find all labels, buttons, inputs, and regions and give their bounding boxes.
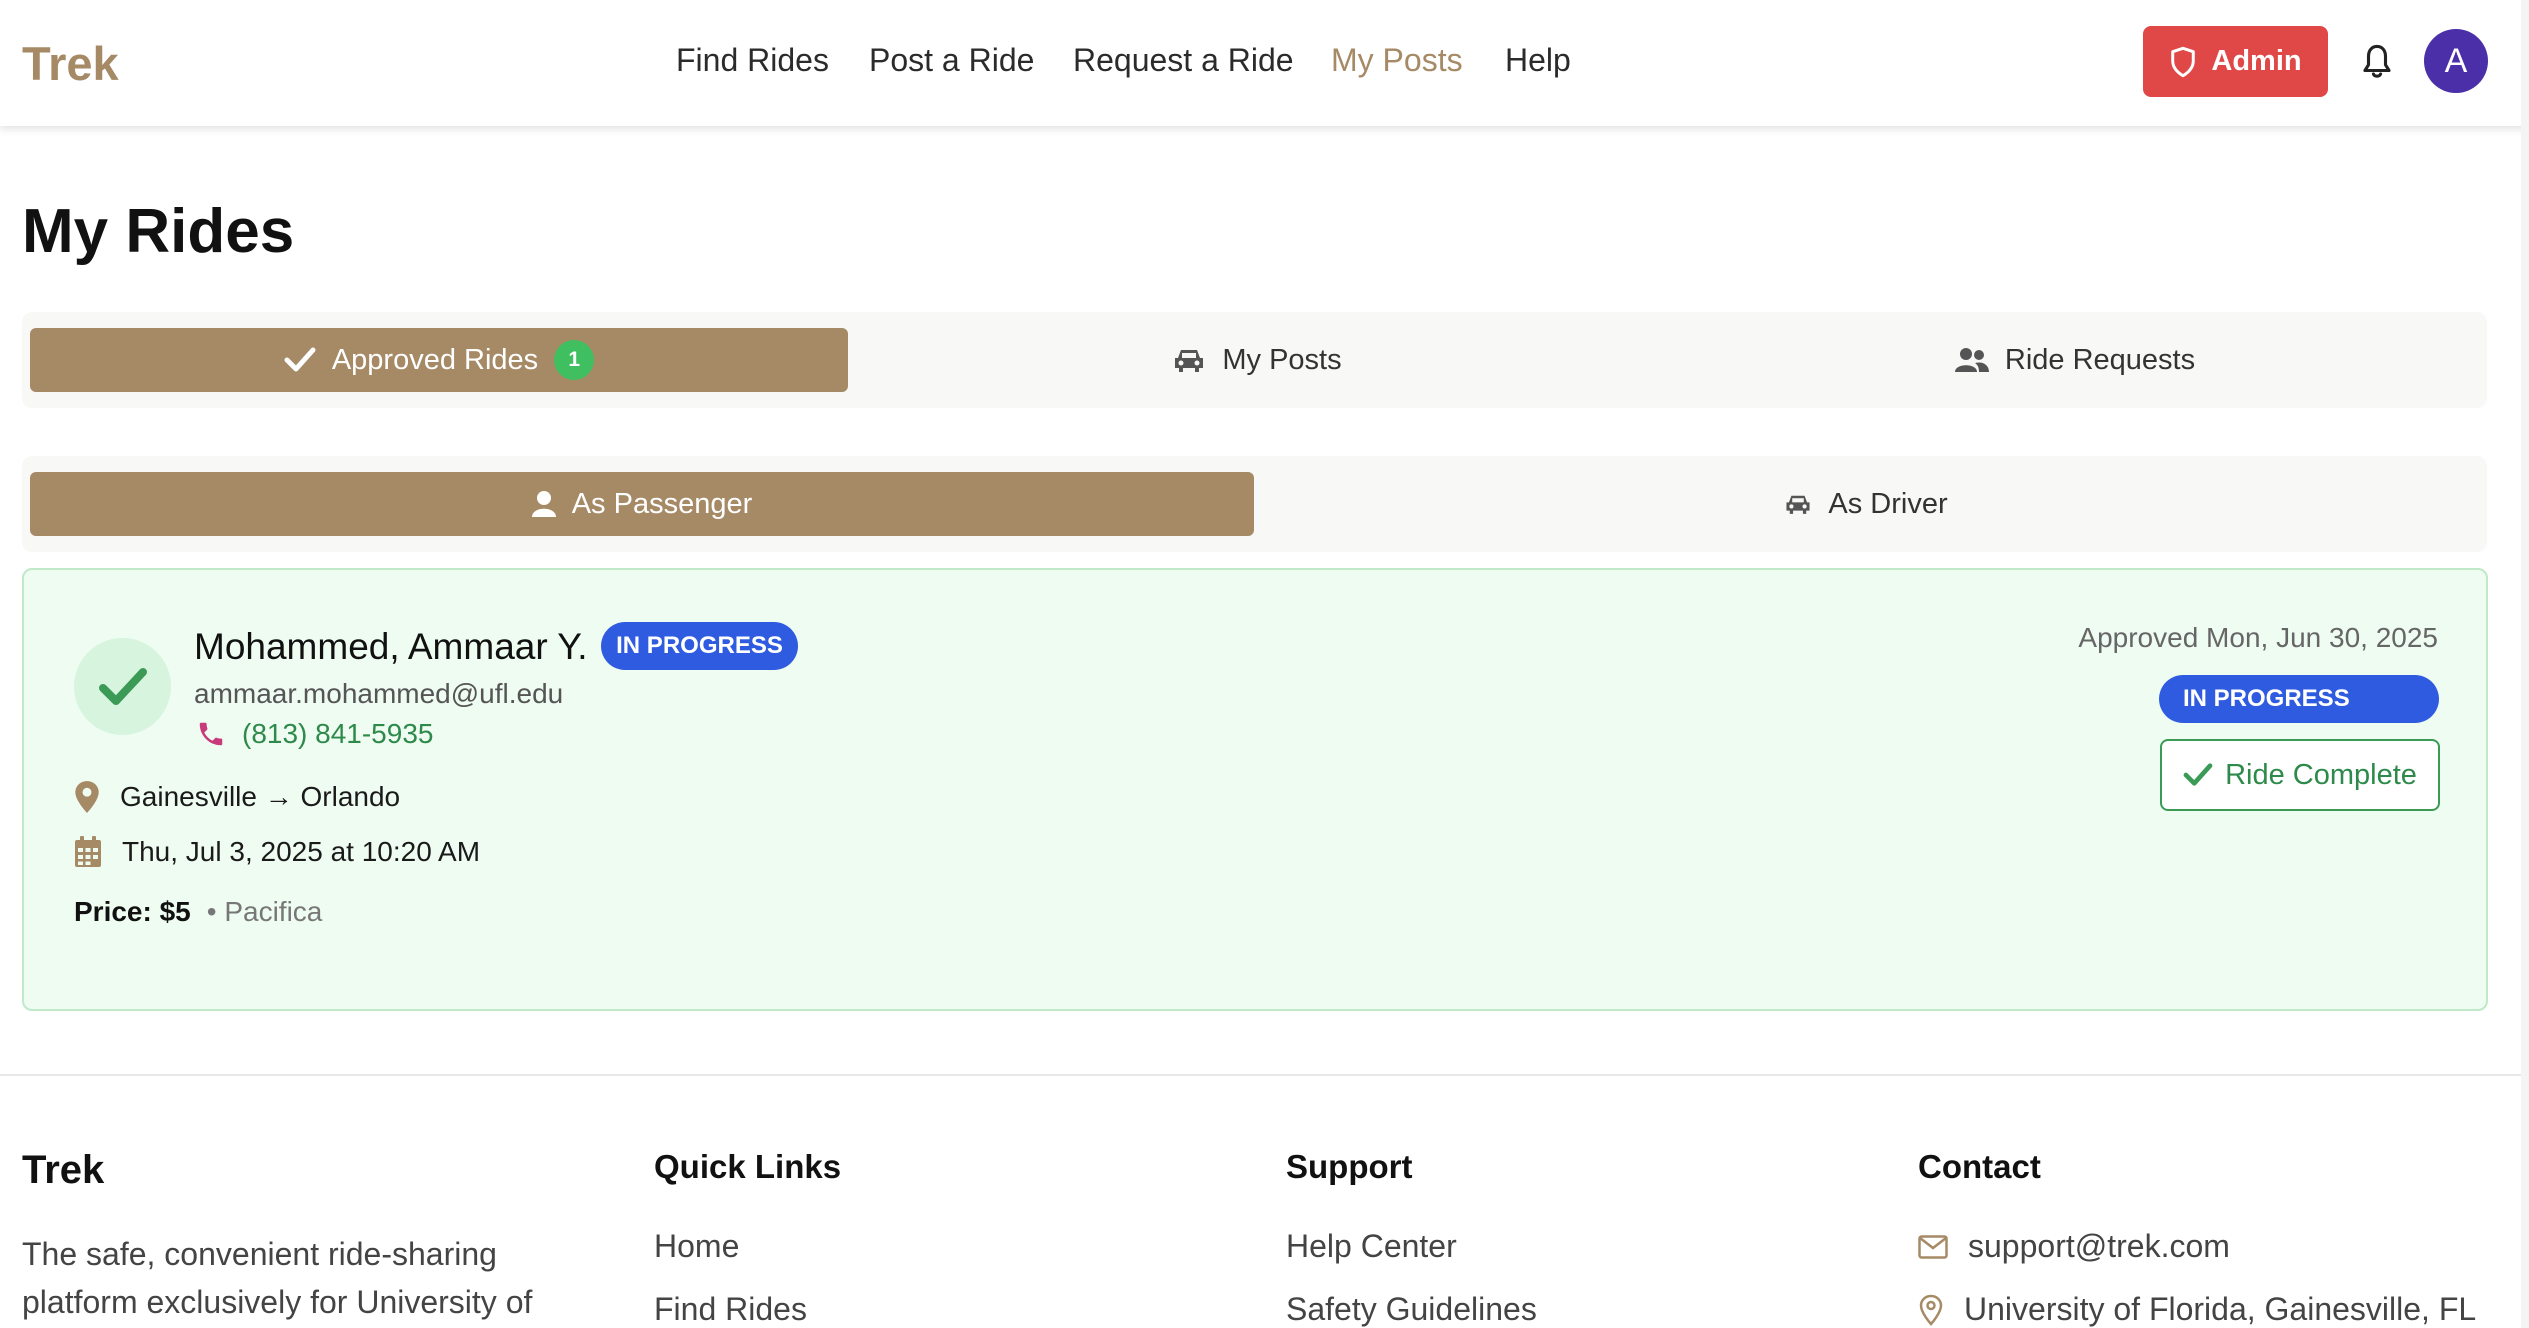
admin-button[interactable]: Admin xyxy=(2143,26,2328,97)
top-navbar: Trek Find Rides Post a Ride Request a Ri… xyxy=(0,0,2529,126)
tab-approved-label: Approved Rides xyxy=(331,343,539,376)
approved-date: Approved Mon, Jun 30, 2025 xyxy=(2078,622,2438,653)
footer-divider xyxy=(0,1074,2521,1076)
footer-contact-title: Contact xyxy=(1918,1148,2041,1185)
shield-icon xyxy=(2171,46,2196,77)
role-tabs: As Passenger As Driver xyxy=(22,456,2487,552)
user-icon xyxy=(531,491,556,517)
car-icon xyxy=(1175,350,1204,372)
avatar[interactable]: A xyxy=(2424,29,2488,93)
footer-link-find-rides[interactable]: Find Rides xyxy=(654,1291,807,1328)
mail-icon xyxy=(1918,1234,1948,1259)
map-pin-icon xyxy=(75,781,99,813)
check-icon xyxy=(284,347,316,372)
ride-tabs: Approved Rides 1 My Posts Ride Requests xyxy=(22,312,2487,408)
footer-brand: Trek xyxy=(22,1148,105,1192)
footer-quick-links-title: Quick Links xyxy=(654,1148,842,1185)
check-icon xyxy=(98,667,147,705)
price: Price: $5 xyxy=(74,896,191,927)
datetime-row: Thu, Jul 3, 2025 at 10:20 AM xyxy=(74,836,480,868)
ride-card: Mohammed, Ammaar Y. IN PROGRESS ammaar.m… xyxy=(22,568,2488,1011)
car-icon xyxy=(1786,495,1810,514)
tab-as-passenger[interactable]: As Passenger xyxy=(30,472,1254,536)
tab-approved-rides[interactable]: Approved Rides 1 xyxy=(30,328,848,392)
calendar-icon xyxy=(75,836,101,867)
rider-email: ammaar.mohammed@ufl.edu xyxy=(194,678,564,709)
status-badge: IN PROGRESS xyxy=(601,622,798,670)
vehicle: • Pacifica xyxy=(206,896,323,927)
footer-link-help-center[interactable]: Help Center xyxy=(1286,1228,1457,1265)
nav-my-posts[interactable]: My Posts xyxy=(1331,42,1463,79)
map-pin-icon xyxy=(1919,1294,1943,1326)
footer-link-safety-guidelines[interactable]: Safety Guidelines xyxy=(1286,1291,1537,1328)
footer-support-title: Support xyxy=(1286,1148,1413,1185)
datetime-text: Thu, Jul 3, 2025 at 10:20 AM xyxy=(122,836,481,867)
contact-email[interactable]: support@trek.com xyxy=(1968,1228,2230,1265)
route-text: Gainesville → Orlando xyxy=(120,781,401,812)
nav-help[interactable]: Help xyxy=(1505,42,1571,79)
tab-as-passenger-label: As Passenger xyxy=(571,487,753,520)
nav-find-rides[interactable]: Find Rides xyxy=(676,42,829,79)
bell-icon[interactable] xyxy=(2360,42,2394,82)
tab-as-driver-label: As Driver xyxy=(1828,487,1948,520)
approved-check xyxy=(74,638,171,735)
nav-post-a-ride[interactable]: Post a Ride xyxy=(869,42,1034,79)
tab-my-posts[interactable]: My Posts xyxy=(848,328,1666,392)
rider-name: Mohammed, Ammaar Y. xyxy=(194,626,588,667)
check-icon xyxy=(2183,763,2213,786)
ride-complete-button[interactable]: Ride Complete xyxy=(2160,739,2440,811)
approved-count-badge: 1 xyxy=(554,340,595,380)
footer-contact-location: University of Florida, Gainesville, FL xyxy=(1918,1291,2476,1328)
route-row: Gainesville → Orlando xyxy=(74,780,400,814)
price-row: Price: $5 • Pacifica xyxy=(74,896,322,928)
rider-phone[interactable]: (813) 841-5935 xyxy=(242,718,433,750)
footer-contact-email: support@trek.com xyxy=(1918,1228,2230,1265)
footer-description: The safe, convenient ride-sharing platfo… xyxy=(22,1236,533,1320)
phone-row: (813) 841-5935 xyxy=(196,718,433,750)
tab-as-driver[interactable]: As Driver xyxy=(1254,472,2478,536)
phone-icon xyxy=(199,722,223,746)
ride-complete-label: Ride Complete xyxy=(2225,758,2417,791)
nav-request-a-ride[interactable]: Request a Ride xyxy=(1073,42,1294,79)
contact-location: University of Florida, Gainesville, FL xyxy=(1964,1291,2477,1327)
status-badge-right: IN PROGRESS xyxy=(2159,675,2439,723)
page-title: My Rides xyxy=(22,197,295,266)
footer-link-home[interactable]: Home xyxy=(654,1228,739,1265)
tab-ride-requests-label: Ride Requests xyxy=(2004,343,2196,376)
users-icon xyxy=(1954,348,1989,372)
tab-my-posts-label: My Posts xyxy=(1222,343,1342,376)
admin-label: Admin xyxy=(2211,45,2302,77)
tab-ride-requests[interactable]: Ride Requests xyxy=(1666,328,2484,392)
scrollbar[interactable] xyxy=(2521,0,2529,1328)
